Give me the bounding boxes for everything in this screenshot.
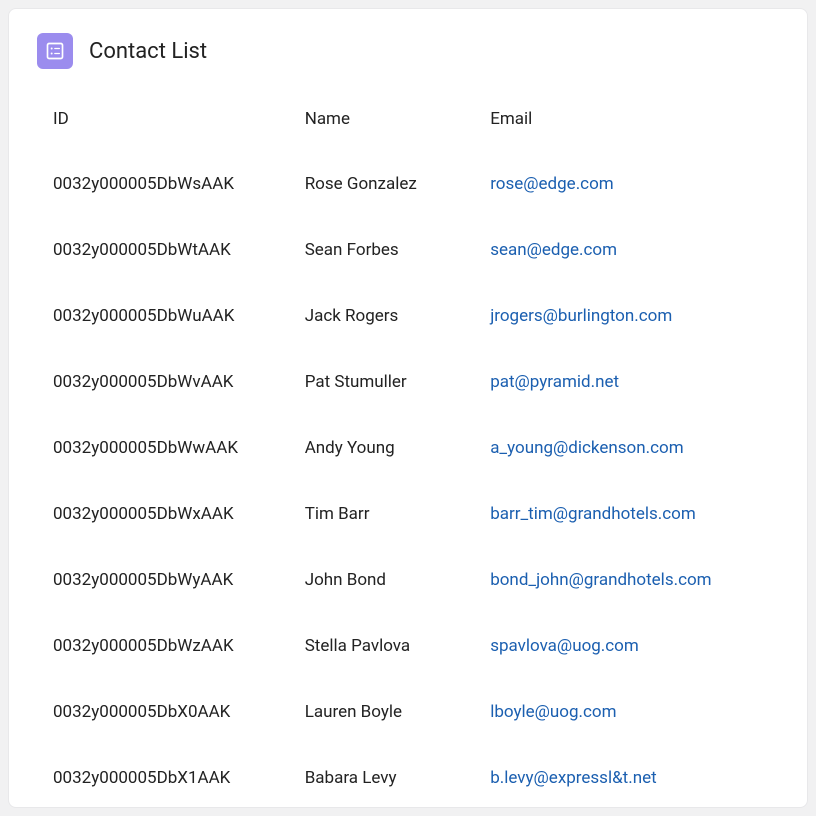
contact-email-cell: barr_tim@grandhotels.com	[482, 481, 779, 547]
contact-list-icon	[37, 33, 73, 69]
contact-name: Sean Forbes	[297, 217, 483, 283]
contact-email-cell: bond_john@grandhotels.com	[482, 547, 779, 613]
table-row: 0032y000005DbX0AAKLauren Boyle lboyle@uog…	[37, 679, 779, 745]
contact-name: Jack Rogers	[297, 283, 483, 349]
contact-email-link[interactable]: sean@edge.com	[490, 240, 617, 260]
contact-id: 0032y000005DbWtAAK	[37, 217, 297, 283]
contact-name: Rose Gonzalez	[297, 151, 483, 217]
contact-email-link[interactable]: a_young@dickenson.com	[490, 438, 683, 458]
contact-table: ID Name Email 0032y000005DbWsAAKRose Gon…	[37, 99, 779, 811]
contact-id: 0032y000005DbWyAAK	[37, 547, 297, 613]
contact-email-cell: lboyle@uog.com	[482, 679, 779, 745]
contact-id: 0032y000005DbX0AAK	[37, 679, 297, 745]
contact-id: 0032y000005DbWsAAK	[37, 151, 297, 217]
contact-name: Stella Pavlova	[297, 613, 483, 679]
contact-email-link[interactable]: spavlova@uog.com	[490, 636, 639, 656]
contact-id: 0032y000005DbX1AAK	[37, 745, 297, 811]
contact-email-link[interactable]: b.levy@expressl&t.net	[490, 768, 657, 788]
table-header-row: ID Name Email	[37, 99, 779, 151]
card-header: Contact List	[37, 33, 779, 69]
contact-email-link[interactable]: rose@edge.com	[490, 174, 614, 194]
contact-email-cell: b.levy@expressl&t.net	[482, 745, 779, 811]
contact-email-cell: jrogers@burlington.com	[482, 283, 779, 349]
contact-list-card: Contact List ID Name Email 0032y000005Db…	[8, 8, 808, 808]
contact-id: 0032y000005DbWzAAK	[37, 613, 297, 679]
table-row: 0032y000005DbWwAAKAndy Young a_young@dick…	[37, 415, 779, 481]
table-row: 0032y000005DbWyAAKJohn Bond bond_john@gra…	[37, 547, 779, 613]
contact-id: 0032y000005DbWwAAK	[37, 415, 297, 481]
contact-name: John Bond	[297, 547, 483, 613]
contact-email-link[interactable]: barr_tim@grandhotels.com	[490, 504, 696, 524]
table-row: 0032y000005DbX1AAKBabara Levy b.levy@expr…	[37, 745, 779, 811]
card-title: Contact List	[89, 39, 207, 64]
contact-id: 0032y000005DbWuAAK	[37, 283, 297, 349]
contact-email-cell: pat@pyramid.net	[482, 349, 779, 415]
contact-name: Andy Young	[297, 415, 483, 481]
contact-name: Babara Levy	[297, 745, 483, 811]
contact-email-cell: sean@edge.com	[482, 217, 779, 283]
contact-email-link[interactable]: pat@pyramid.net	[490, 372, 619, 392]
table-row: 0032y000005DbWvAAKPat Stumuller pat@pyram…	[37, 349, 779, 415]
column-header-id: ID	[37, 99, 297, 151]
contact-email-link[interactable]: jrogers@burlington.com	[490, 306, 672, 326]
table-row: 0032y000005DbWzAAKStella Pavlova spavlova…	[37, 613, 779, 679]
table-row: 0032y000005DbWuAAKJack Rogers jrogers@bur…	[37, 283, 779, 349]
table-row: 0032y000005DbWxAAKTim Barr barr_tim@grand…	[37, 481, 779, 547]
column-header-name: Name	[297, 99, 483, 151]
contact-name: Lauren Boyle	[297, 679, 483, 745]
table-row: 0032y000005DbWsAAKRose Gonzalez rose@edge…	[37, 151, 779, 217]
contact-name: Pat Stumuller	[297, 349, 483, 415]
contact-email-cell: a_young@dickenson.com	[482, 415, 779, 481]
column-header-email: Email	[482, 99, 779, 151]
contact-id: 0032y000005DbWvAAK	[37, 349, 297, 415]
contact-name: Tim Barr	[297, 481, 483, 547]
table-row: 0032y000005DbWtAAKSean Forbes sean@edge.c…	[37, 217, 779, 283]
contact-email-cell: spavlova@uog.com	[482, 613, 779, 679]
contact-email-link[interactable]: bond_john@grandhotels.com	[490, 570, 711, 590]
contact-email-cell: rose@edge.com	[482, 151, 779, 217]
contact-id: 0032y000005DbWxAAK	[37, 481, 297, 547]
contact-email-link[interactable]: lboyle@uog.com	[490, 702, 616, 722]
